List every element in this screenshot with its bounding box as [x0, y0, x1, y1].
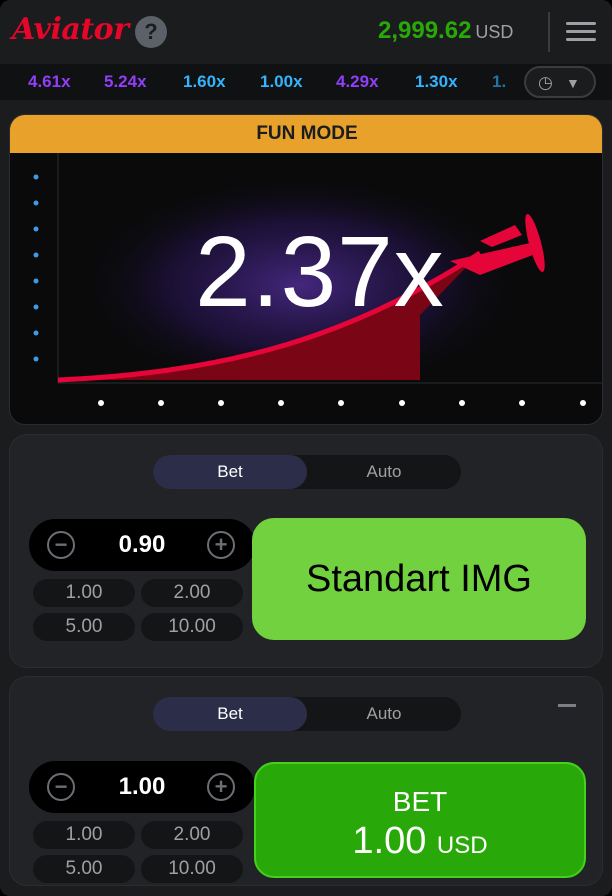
- game-canvas: FUN MODE 2.37x: [9, 114, 603, 425]
- bet-mode-tabs: Bet Auto: [153, 697, 461, 731]
- bet-button-label: BET: [392, 786, 448, 817]
- bet-amount-value[interactable]: 1.00: [89, 773, 195, 801]
- history-item: 1.00x: [260, 72, 303, 91]
- quick-amount-button[interactable]: 5.00: [33, 855, 135, 883]
- tab-auto[interactable]: Auto: [307, 697, 461, 731]
- quick-amount-button[interactable]: 5.00: [33, 613, 135, 641]
- multiplier-history: 4.61x 5.24x 1.60x 1.00x 4.29x 1.30x 1.: [0, 64, 612, 100]
- app-frame: Aviator ? 2,999.62 USD 4.61x 5.24x 1.60x …: [0, 0, 612, 896]
- x-axis-dots: [98, 400, 586, 406]
- quick-amount-button[interactable]: 10.00: [141, 613, 243, 641]
- clock-icon: ◷: [538, 73, 553, 92]
- bet-button-value: 1.00: [352, 820, 427, 862]
- history-item: 1.60x: [183, 72, 226, 91]
- tab-bet[interactable]: Bet: [153, 455, 307, 489]
- history-item: 4.61x: [28, 72, 71, 91]
- bet-button-currency: USD: [436, 832, 488, 859]
- fun-mode-banner: FUN MODE: [10, 115, 602, 153]
- quick-amount-button[interactable]: 10.00: [141, 855, 243, 883]
- bet-amount-value[interactable]: 0.90: [89, 531, 195, 559]
- standart-img-overlay[interactable]: Standart IMG: [252, 518, 586, 640]
- help-icon[interactable]: ?: [135, 16, 167, 48]
- tab-auto[interactable]: Auto: [307, 455, 461, 489]
- quick-amount-button[interactable]: 2.00: [141, 821, 243, 849]
- decrease-button[interactable]: −: [47, 531, 75, 559]
- history-toggle-button[interactable]: ◷ ▼: [524, 66, 596, 98]
- history-item: 4.29x: [336, 72, 379, 91]
- history-item: 1.30x: [415, 72, 458, 91]
- y-axis-dots: [33, 174, 39, 362]
- history-item: 5.24x: [104, 72, 147, 91]
- quick-amount-button[interactable]: 2.00: [141, 579, 243, 607]
- bet-button-amount: 1.00 USD: [256, 820, 584, 863]
- header-divider: [548, 12, 550, 52]
- balance: 2,999.62 USD: [378, 17, 513, 45]
- top-bar: Aviator ? 2,999.62 USD: [0, 0, 612, 64]
- aviator-logo: Aviator: [12, 12, 129, 47]
- balance-amount: 2,999.62: [378, 17, 472, 44]
- chevron-down-icon: ▼: [566, 75, 580, 91]
- hamburger-icon[interactable]: [566, 22, 596, 42]
- increase-button[interactable]: +: [207, 773, 235, 801]
- history-item: 1.: [492, 72, 507, 91]
- decrease-button[interactable]: −: [47, 773, 75, 801]
- quick-amount-button[interactable]: 1.00: [33, 579, 135, 607]
- balance-currency: USD: [475, 22, 514, 42]
- current-multiplier: 2.37x: [195, 216, 445, 328]
- tab-bet[interactable]: Bet: [153, 697, 307, 731]
- increase-button[interactable]: +: [207, 531, 235, 559]
- remove-panel-button[interactable]: [558, 704, 576, 707]
- bet-button[interactable]: BET 1.00 USD: [254, 762, 586, 878]
- bet-mode-tabs: Bet Auto: [153, 455, 461, 489]
- bet-amount-stepper: − 1.00 +: [29, 761, 255, 813]
- bet-amount-stepper: − 0.90 +: [29, 519, 255, 571]
- quick-amount-button[interactable]: 1.00: [33, 821, 135, 849]
